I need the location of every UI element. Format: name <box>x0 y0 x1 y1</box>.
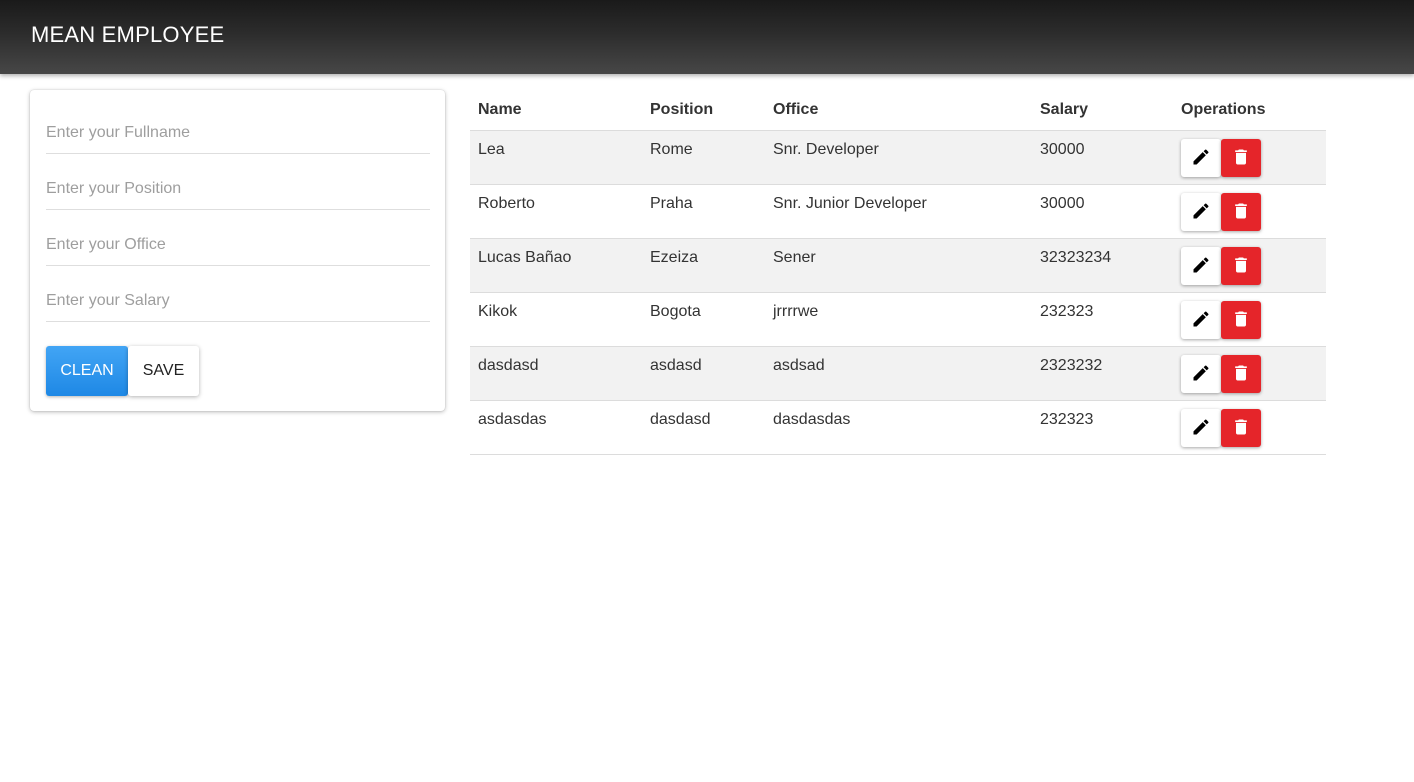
header-name: Name <box>470 90 642 131</box>
edit-button[interactable] <box>1181 409 1221 447</box>
cell-name: Kikok <box>470 292 642 347</box>
edit-button[interactable] <box>1181 301 1221 339</box>
cell-position: Rome <box>642 130 765 185</box>
employee-table-container: Name Position Office Salary Operations L… <box>470 90 1326 455</box>
cell-operations <box>1173 346 1326 401</box>
table-row: Lea Rome Snr. Developer 30000 <box>470 130 1326 185</box>
pencil-icon <box>1193 257 1209 273</box>
cell-name: asdasdas <box>470 400 642 455</box>
table-row: Lucas Bañao Ezeiza Sener 32323234 <box>470 238 1326 293</box>
cell-office: Sener <box>765 238 1032 293</box>
cell-name: Lea <box>470 130 642 185</box>
header-salary: Salary <box>1032 90 1173 131</box>
trash-icon <box>1235 257 1247 273</box>
header-operations: Operations <box>1173 90 1326 131</box>
edit-button[interactable] <box>1181 355 1221 393</box>
trash-icon <box>1235 311 1247 327</box>
cell-operations <box>1173 130 1326 185</box>
cell-position: Ezeiza <box>642 238 765 293</box>
cell-position: dasdasd <box>642 400 765 455</box>
cell-operations <box>1173 292 1326 347</box>
table-header-row: Name Position Office Salary Operations <box>470 90 1326 131</box>
cell-salary: 232323 <box>1032 400 1173 455</box>
table-row: Roberto Praha Snr. Junior Developer 3000… <box>470 184 1326 239</box>
employee-table: Name Position Office Salary Operations L… <box>470 90 1326 455</box>
delete-button[interactable] <box>1221 193 1261 231</box>
brand-title[interactable]: MEAN EMPLOYEE <box>31 22 224 48</box>
pencil-icon <box>1193 365 1209 381</box>
trash-icon <box>1235 149 1247 165</box>
edit-button[interactable] <box>1181 193 1221 231</box>
top-navbar: MEAN EMPLOYEE <box>0 0 1414 74</box>
cell-salary: 2323232 <box>1032 346 1173 401</box>
fullname-input[interactable] <box>46 113 430 154</box>
clean-button[interactable]: CLEAN <box>46 346 128 396</box>
office-input[interactable] <box>46 225 430 266</box>
trash-icon <box>1235 365 1247 381</box>
table-body: Lea Rome Snr. Developer 30000 Roberto Pr… <box>470 130 1326 455</box>
cell-operations <box>1173 400 1326 455</box>
cell-office: dasdasdas <box>765 400 1032 455</box>
delete-button[interactable] <box>1221 409 1261 447</box>
edit-button[interactable] <box>1181 247 1221 285</box>
header-office: Office <box>765 90 1032 131</box>
header-position: Position <box>642 90 765 131</box>
edit-button[interactable] <box>1181 139 1221 177</box>
pencil-icon <box>1193 203 1209 219</box>
delete-button[interactable] <box>1221 247 1261 285</box>
cell-office: jrrrrwe <box>765 292 1032 347</box>
cell-operations <box>1173 184 1326 239</box>
position-input[interactable] <box>46 169 430 210</box>
table-row: dasdasd asdasd asdsad 2323232 <box>470 346 1326 401</box>
cell-operations <box>1173 238 1326 293</box>
trash-icon <box>1235 203 1247 219</box>
cell-position: Bogota <box>642 292 765 347</box>
pencil-icon <box>1193 311 1209 327</box>
cell-position: Praha <box>642 184 765 239</box>
cell-name: Lucas Bañao <box>470 238 642 293</box>
delete-button[interactable] <box>1221 301 1261 339</box>
employee-form: CLEAN SAVE <box>30 90 445 411</box>
cell-salary: 32323234 <box>1032 238 1173 293</box>
pencil-icon <box>1193 149 1209 165</box>
table-row: Kikok Bogota jrrrrwe 232323 <box>470 292 1326 347</box>
cell-salary: 30000 <box>1032 184 1173 239</box>
cell-position: asdasd <box>642 346 765 401</box>
cell-office: Snr. Developer <box>765 130 1032 185</box>
pencil-icon <box>1193 419 1209 435</box>
cell-salary: 232323 <box>1032 292 1173 347</box>
cell-name: Roberto <box>470 184 642 239</box>
trash-icon <box>1235 419 1247 435</box>
cell-office: Snr. Junior Developer <box>765 184 1032 239</box>
delete-button[interactable] <box>1221 355 1261 393</box>
delete-button[interactable] <box>1221 139 1261 177</box>
cell-name: dasdasd <box>470 346 642 401</box>
salary-input[interactable] <box>46 281 430 322</box>
save-button[interactable]: SAVE <box>128 346 199 396</box>
cell-salary: 30000 <box>1032 130 1173 185</box>
table-row: asdasdas dasdasd dasdasdas 232323 <box>470 400 1326 455</box>
cell-office: asdsad <box>765 346 1032 401</box>
